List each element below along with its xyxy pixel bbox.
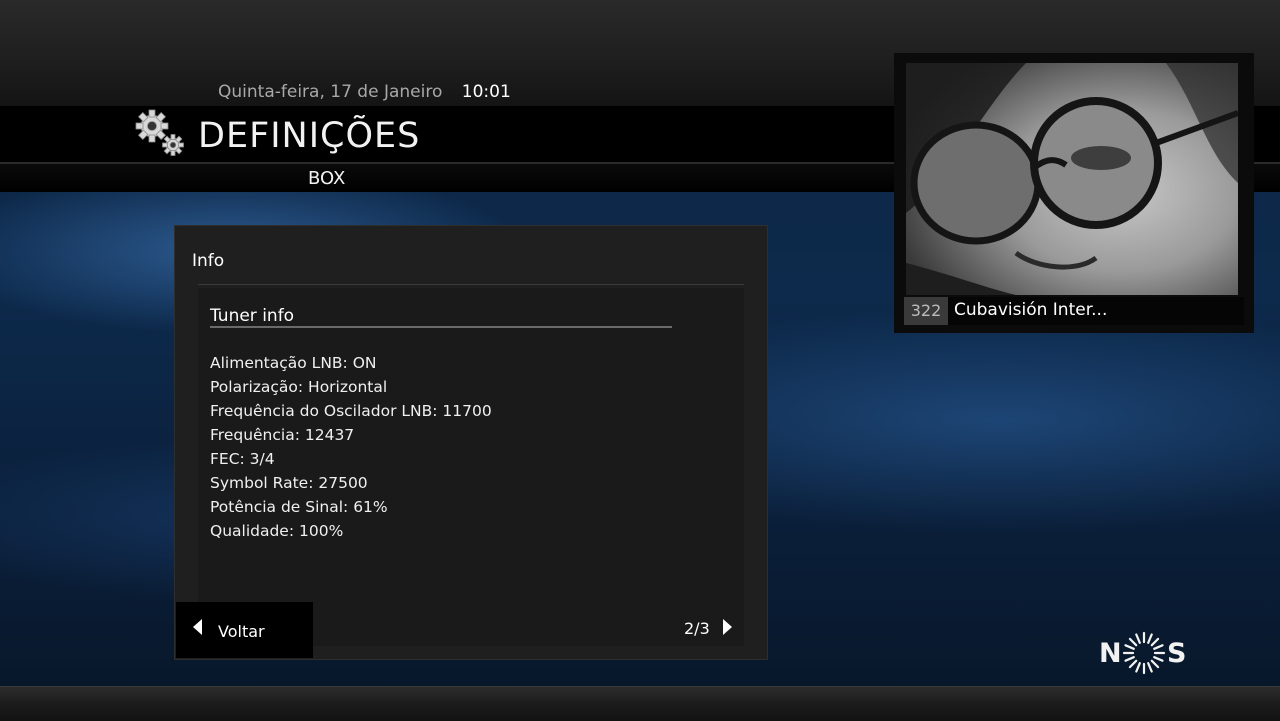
brand-logo: N S — [1099, 631, 1186, 675]
channel-name: Cubavisión Inter... — [954, 300, 1108, 320]
logo-letter-s: S — [1167, 638, 1186, 669]
channel-number: 322 — [904, 297, 948, 325]
bottom-bar — [0, 686, 1280, 721]
info-item-fec: FEC: 3/4 — [210, 450, 275, 468]
page-indicator: 2/3 — [684, 619, 710, 638]
panel-divider — [198, 284, 744, 285]
info-item-signal-power: Potência de Sinal: 61% — [210, 498, 388, 516]
logo-letter-n: N — [1099, 638, 1122, 669]
section-title: Tuner info — [210, 306, 295, 326]
info-item-polarization: Polarização: Horizontal — [210, 378, 388, 396]
tuner-info-list: Alimentação LNB: ON Polarização: Horizon… — [210, 351, 492, 543]
section-underline — [210, 326, 672, 328]
panel-title: Info — [192, 251, 225, 271]
info-item-frequency: Frequência: 12437 — [210, 426, 355, 444]
back-button-label[interactable]: Voltar — [218, 622, 265, 641]
page-title: DEFINIÇÕES — [198, 116, 421, 156]
sunburst-icon — [1122, 631, 1166, 675]
info-item-lnb-power: Alimentação LNB: ON — [210, 354, 377, 372]
chevron-left-icon[interactable] — [193, 619, 202, 635]
info-item-symbol-rate: Symbol Rate: 27500 — [210, 474, 368, 492]
datetime: Quinta-feira, 17 de Janeiro 10:01 — [218, 82, 511, 102]
date-label: Quinta-feira, 17 de Janeiro — [218, 82, 443, 102]
info-item-lnb-oscillator: Frequência do Oscilador LNB: 11700 — [210, 402, 492, 420]
info-item-quality: Qualidade: 100% — [210, 522, 344, 540]
page-subtitle: BOX — [308, 168, 346, 189]
time-label: 10:01 — [461, 82, 511, 102]
tv-preview-video[interactable] — [906, 63, 1238, 295]
chevron-right-icon[interactable] — [723, 619, 732, 635]
gears-icon — [135, 109, 184, 156]
